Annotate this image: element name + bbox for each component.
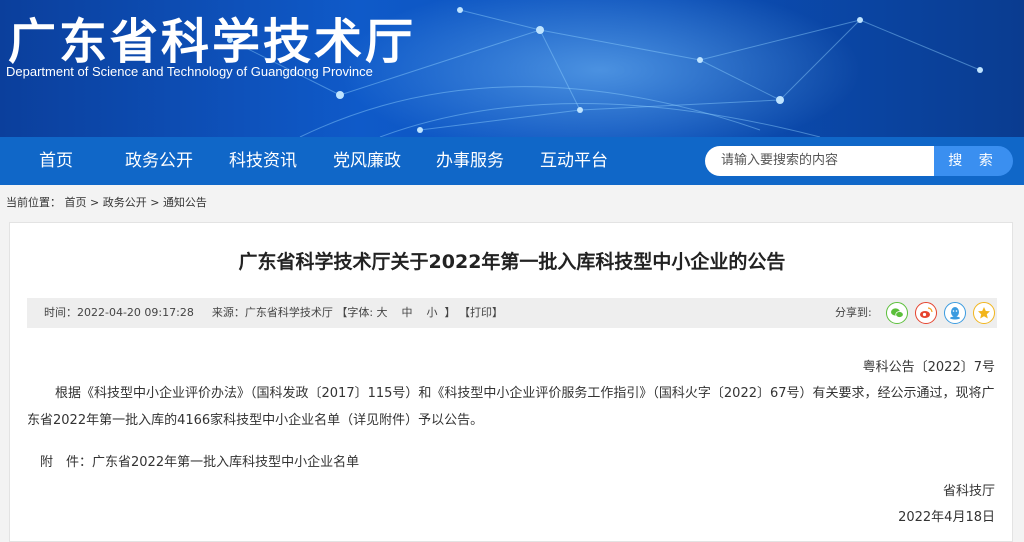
qq-icon[interactable] [944, 302, 966, 324]
wechat-icon[interactable] [886, 302, 908, 324]
article-body: 根据《科技型中小企业评价办法》（国科发政〔2017〕115号）和《科技型中小企业… [27, 386, 995, 428]
site-title: 广东省科学技术厅 [8, 14, 417, 70]
share-label: 分享到: [835, 306, 872, 319]
font-size-label: 【字体: [336, 306, 374, 319]
breadcrumb-item-notices[interactable]: 通知公告 [163, 196, 207, 209]
font-size-large-link[interactable]: 大 [377, 306, 388, 319]
nav-item-interaction[interactable]: 互动平台 [540, 137, 608, 185]
article-meta-bar: 时间：2022-04-20 09:17:28 来源：广东省科学技术厅 【字体: 大… [27, 298, 997, 328]
breadcrumb-item-gov-affairs[interactable]: 政务公开 [103, 196, 147, 209]
article-source: 来源：广东省科学技术厅 [211, 306, 333, 319]
font-size-small-link[interactable]: 小 [427, 306, 438, 319]
nav-item-gov-affairs[interactable]: 政务公开 [125, 137, 193, 185]
nav-item-services[interactable]: 办事服务 [436, 137, 504, 185]
weibo-icon[interactable] [915, 302, 937, 324]
qzone-icon[interactable] [973, 302, 995, 324]
print-link[interactable]: 【打印】 [459, 306, 503, 319]
document-number: 粤科公告〔2022〕7号 [862, 360, 995, 375]
attachment-link[interactable]: 附 件：广东省2022年第一批入库科技型中小企业名单 [40, 451, 359, 470]
article-meta: 时间：2022-04-20 09:17:28 来源：广东省科学技术厅 【字体: 大… [44, 298, 503, 328]
nav-item-home[interactable]: 首页 [39, 137, 73, 185]
article-title: 广东省科学技术厅关于2022年第一批入库科技型中小企业的公告 [238, 251, 786, 273]
nav-item-party-integrity[interactable]: 党风廉政 [333, 137, 401, 185]
font-size-medium-link[interactable]: 中 [402, 306, 413, 319]
article-date: 2022年4月18日 [898, 510, 995, 525]
search-button[interactable]: 搜 索 [934, 146, 1013, 176]
article-signature: 省科技厅 [942, 484, 995, 499]
publish-time: 时间：2022-04-20 09:17:28 [44, 306, 194, 319]
breadcrumb-separator: > [150, 196, 160, 209]
breadcrumb: 当前位置： 首页 > 政务公开 > 通知公告 [6, 194, 207, 210]
breadcrumb-item-home[interactable]: 首页 [65, 196, 87, 209]
article-panel: 广东省科学技术厅关于2022年第一批入库科技型中小企业的公告 时间：2022-0… [9, 222, 1013, 542]
breadcrumb-separator: > [90, 196, 100, 209]
search-input[interactable]: 请输入要搜索的内容 [705, 146, 934, 176]
font-size-close: 】 [444, 306, 456, 319]
site-subtitle: Department of Science and Technology of … [6, 64, 373, 79]
site-banner: 广东省科学技术厅 Department of Science and Techn… [0, 0, 1024, 137]
breadcrumb-prefix: 当前位置： [6, 196, 61, 209]
nav-item-sci-news[interactable]: 科技资讯 [229, 137, 297, 185]
